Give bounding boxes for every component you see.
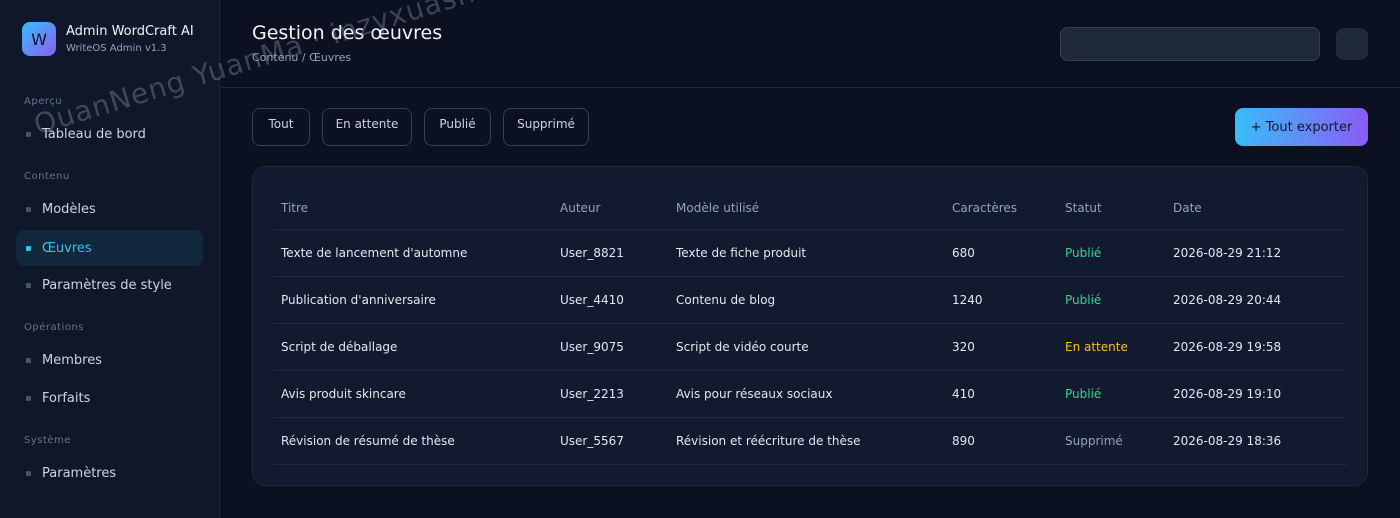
cell-template: Script de vidéo courte [676,340,809,354]
cell-author: User_4410 [560,293,624,307]
filter-all-button[interactable]: Tout [252,108,310,146]
sidebar-item-label: Œuvres [42,240,92,256]
status-badge: Publié [1065,387,1102,401]
cell-author: User_2213 [560,387,624,401]
bullet-icon [26,206,31,212]
brand-subtitle: WriteOS Admin v1.3 [66,42,167,54]
cell-template: Révision et réécriture de thèse [676,434,861,448]
cell-characters: 320 [952,340,975,354]
bullet-icon [26,245,31,251]
sidebar-item-settings[interactable]: Paramètres [16,455,203,491]
section-label-operations: Opérations [24,322,84,333]
cell-date: 2026-08-29 21:12 [1173,246,1282,260]
header-action-button[interactable] [1336,28,1368,60]
bullet-icon [26,131,31,137]
bullet-icon [26,357,31,363]
works-table: Titre Auteur Modèle utilisé Caractères S… [252,166,1368,486]
cell-date: 2026-08-29 20:44 [1173,293,1282,307]
cell-author: User_9075 [560,340,624,354]
status-badge: Publié [1065,293,1102,307]
column-header-date[interactable]: Date [1173,201,1202,215]
filter-deleted-button[interactable]: Supprimé [503,108,589,146]
divider [273,276,1347,277]
cell-date: 2026-08-29 18:36 [1173,434,1282,448]
sidebar-item-label: Paramètres de style [42,277,172,293]
cell-characters: 1240 [952,293,983,307]
status-badge: Supprimé [1065,434,1123,448]
sidebar-item-works[interactable]: Œuvres [16,230,203,266]
sidebar-item-label: Paramètres [42,465,117,481]
sidebar-item-style-settings[interactable]: Paramètres de style [16,267,203,303]
cell-date: 2026-08-29 19:10 [1173,387,1282,401]
sidebar-item-label: Forfaits [42,390,91,406]
bullet-icon [26,470,31,476]
cell-characters: 890 [952,434,975,448]
section-label-systeme: Système [24,435,71,446]
cell-characters: 410 [952,387,975,401]
status-badge: Publié [1065,246,1102,260]
sidebar-item-label: Modèles [42,201,96,217]
cell-characters: 680 [952,246,975,260]
cell-title: Texte de lancement d'automne [281,246,468,260]
sidebar-item-label: Membres [42,352,102,368]
divider [273,370,1347,371]
divider [273,464,1347,465]
sidebar-item-members[interactable]: Membres [16,342,203,378]
cell-title: Script de déballage [281,340,398,354]
app-logo: W [22,22,56,56]
filter-pending-button[interactable]: En attente [322,108,412,146]
divider [273,323,1347,324]
cell-title: Avis produit skincare [281,387,406,401]
cell-author: User_5567 [560,434,624,448]
cell-title: Publication d'anniversaire [281,293,436,307]
column-header-status[interactable]: Statut [1065,201,1102,215]
sidebar-item-templates[interactable]: Modèles [16,191,203,227]
column-header-template[interactable]: Modèle utilisé [676,201,759,215]
export-all-button[interactable]: + Tout exporter [1235,108,1368,146]
column-header-characters[interactable]: Caractères [952,201,1017,215]
brand: W Admin WordCraft AI WriteOS Admin v1.3 [22,22,194,56]
bullet-icon [26,282,31,288]
cell-template: Texte de fiche produit [676,246,807,260]
sidebar-item-plans[interactable]: Forfaits [16,380,203,416]
column-header-author[interactable]: Auteur [560,201,600,215]
cell-template: Contenu de blog [676,293,776,307]
cell-author: User_8821 [560,246,624,260]
cell-template: Avis pour réseaux sociaux [676,387,833,401]
cell-title: Révision de résumé de thèse [281,434,455,448]
search-input[interactable] [1060,27,1320,61]
status-badge: En attente [1065,340,1128,354]
divider [273,417,1347,418]
column-header-title[interactable]: Titre [281,201,308,215]
brand-name: Admin WordCraft AI [66,23,194,39]
filter-published-button[interactable]: Publié [424,108,491,146]
section-label-contenu: Contenu [24,171,70,182]
cell-date: 2026-08-29 19:58 [1173,340,1282,354]
bullet-icon [26,395,31,401]
divider [273,229,1347,230]
